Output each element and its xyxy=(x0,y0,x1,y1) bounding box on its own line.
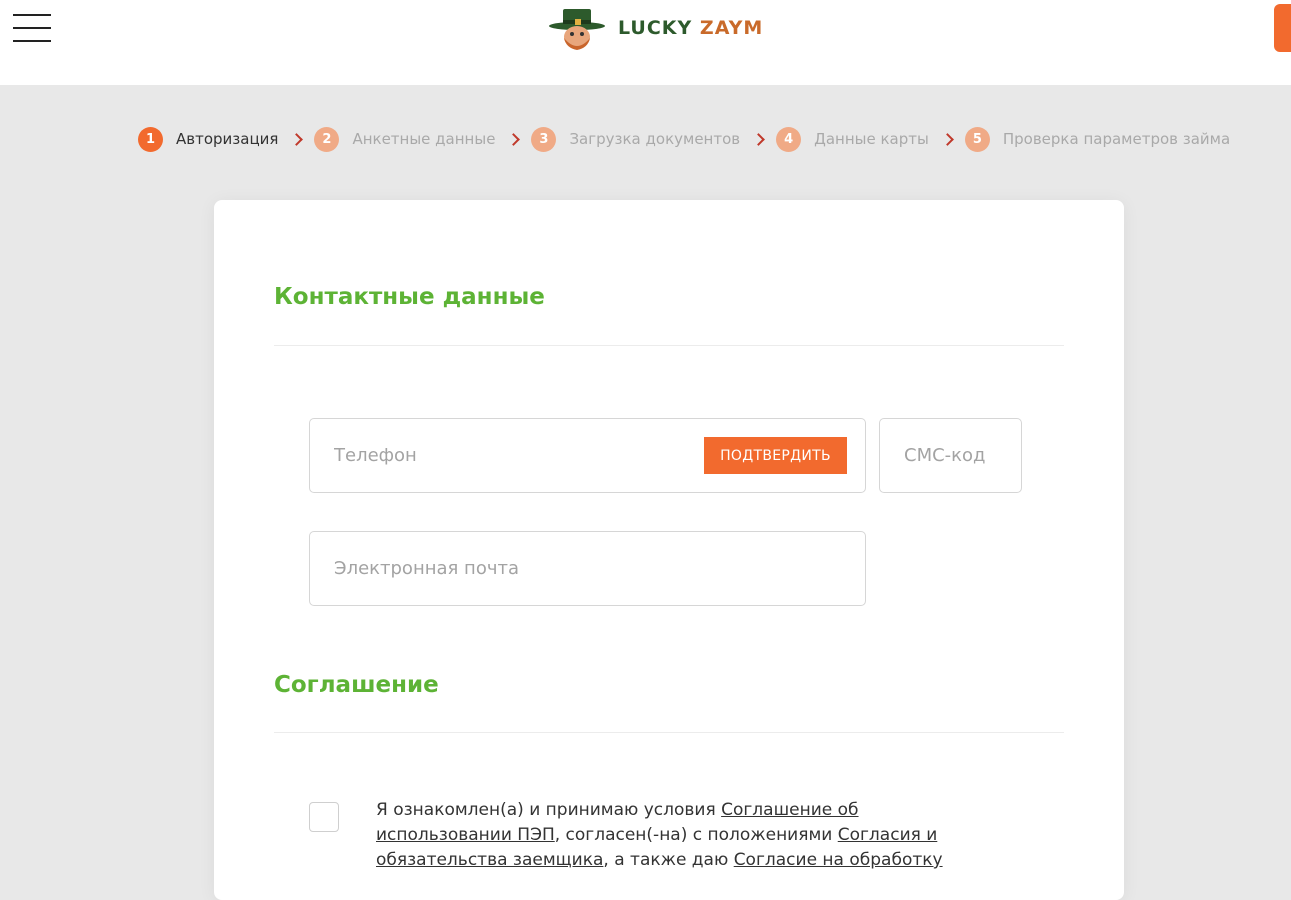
leprechaun-logo-icon xyxy=(549,9,605,50)
logo-text: LUCKY ZAYM xyxy=(618,17,763,39)
agreement-section-title: Соглашение xyxy=(274,672,439,698)
chevron-right-icon xyxy=(752,132,765,146)
agreement-text: Я ознакомлен(а) и принимаю условия Согла… xyxy=(376,798,976,873)
step-label: Данные карты xyxy=(814,130,929,148)
header-action-button[interactable] xyxy=(1274,4,1291,52)
step-label: Проверка параметров займа xyxy=(1002,130,1231,148)
agreement-checkbox[interactable] xyxy=(309,802,339,832)
step-number: 2 xyxy=(314,126,340,152)
confirm-button[interactable]: ПОДТВЕРДИТЬ xyxy=(704,437,847,474)
step-profile-data: 2 Анкетные данные xyxy=(314,126,496,152)
progress-steps: 1 Авторизация 2 Анкетные данные 3 Загруз… xyxy=(138,126,1230,152)
step-label: Авторизация xyxy=(176,130,279,148)
step-number: 4 xyxy=(776,126,802,152)
site-header: LUCKY ZAYM xyxy=(0,0,1291,85)
form-card: Контактные данные ПОДТВЕРДИТЬ Соглашение… xyxy=(214,200,1124,900)
step-label: Загрузка документов xyxy=(569,130,741,148)
email-input[interactable] xyxy=(310,532,865,605)
step-documents-upload: 3 Загрузка документов xyxy=(531,126,741,152)
step-number: 3 xyxy=(531,126,557,152)
chevron-right-icon xyxy=(940,132,954,146)
logo-text-zaym: ZAYM xyxy=(699,17,764,39)
step-authorization: 1 Авторизация xyxy=(138,126,279,152)
burger-menu-icon[interactable] xyxy=(13,14,51,42)
agreement-text-part: , а также даю xyxy=(603,850,734,870)
agreement-text-part: Я ознакомлен(а) и принимаю условия xyxy=(376,800,722,820)
phone-field: ПОДТВЕРДИТЬ xyxy=(309,418,866,493)
step-label: Анкетные данные xyxy=(352,130,496,148)
chevron-right-icon xyxy=(507,132,521,146)
logo-text-lucky: LUCKY xyxy=(618,17,693,39)
section-divider xyxy=(274,732,1064,733)
step-card-data: 4 Данные карты xyxy=(776,126,929,152)
logo[interactable]: LUCKY ZAYM xyxy=(548,6,763,50)
email-field xyxy=(309,531,866,606)
contact-section-title: Контактные данные xyxy=(274,284,545,310)
sms-code-input[interactable] xyxy=(880,419,1021,492)
step-number: 5 xyxy=(964,126,990,152)
section-divider xyxy=(274,345,1064,346)
data-processing-consent-link[interactable]: Согласие на обработку xyxy=(734,850,943,870)
step-loan-check: 5 Проверка параметров займа xyxy=(964,126,1231,152)
step-number: 1 xyxy=(138,126,163,152)
agreement-text-part: , согласен(-на) с положениями xyxy=(554,825,838,845)
chevron-right-icon xyxy=(290,132,304,146)
sms-code-field xyxy=(879,418,1022,493)
